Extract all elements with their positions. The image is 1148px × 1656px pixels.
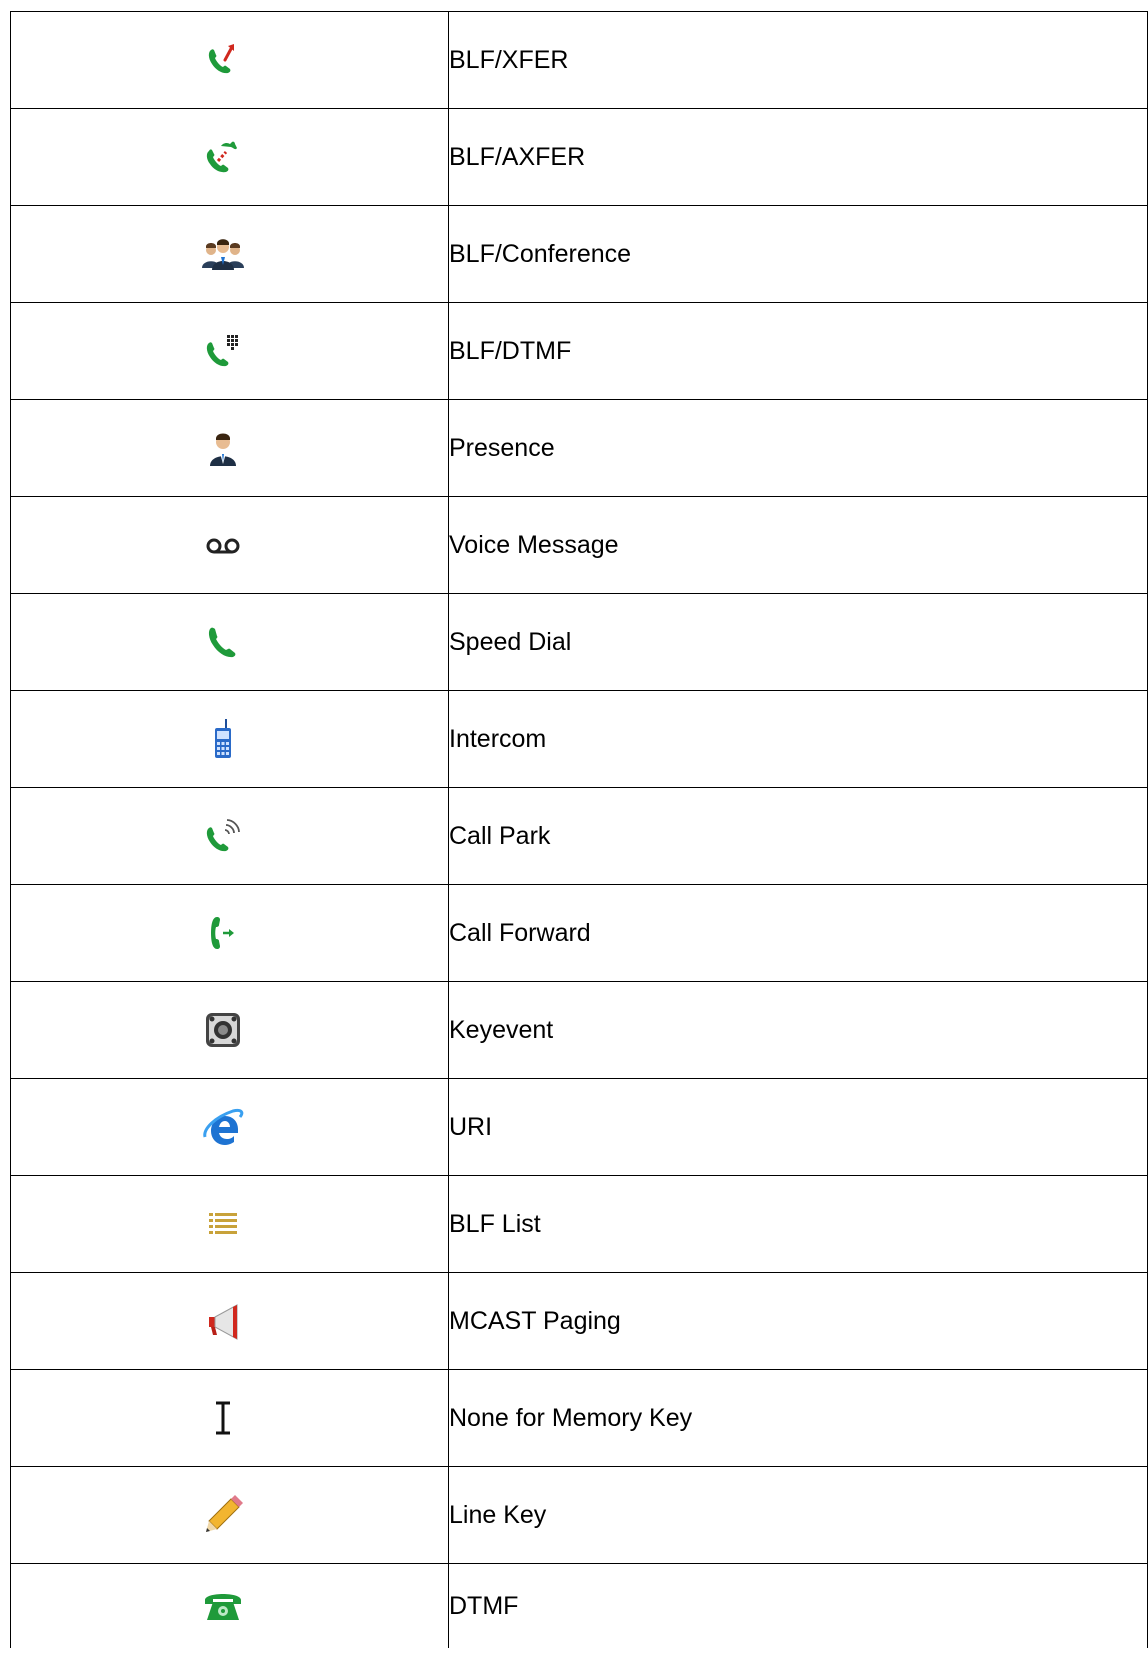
table-row: Call Forward bbox=[10, 884, 1148, 982]
phone-wave-icon bbox=[199, 812, 247, 860]
key-type-label: URI bbox=[448, 1078, 1148, 1176]
phone-handset-icon bbox=[199, 618, 247, 666]
key-type-label: Voice Message bbox=[448, 496, 1148, 594]
table-row: Voice Message bbox=[10, 496, 1148, 594]
icon-cell bbox=[10, 1175, 449, 1273]
table-row: Intercom bbox=[10, 690, 1148, 788]
key-type-label: BLF List bbox=[448, 1175, 1148, 1273]
pencil-icon bbox=[199, 1491, 247, 1539]
icon-cell bbox=[10, 1272, 449, 1370]
key-type-label: BLF/XFER bbox=[448, 11, 1148, 109]
key-type-label: Line Key bbox=[448, 1466, 1148, 1564]
phone-forward-icon bbox=[199, 909, 247, 957]
conference-people-icon bbox=[199, 230, 247, 278]
internet-explorer-icon bbox=[199, 1103, 247, 1151]
key-type-label: BLF/AXFER bbox=[448, 108, 1148, 206]
icon-cell bbox=[10, 1563, 449, 1648]
table-row: None for Memory Key bbox=[10, 1369, 1148, 1467]
blf-axfer-icon bbox=[199, 133, 247, 181]
icon-cell bbox=[10, 108, 449, 206]
table-row: BLF List bbox=[10, 1175, 1148, 1273]
key-type-label: DTMF bbox=[448, 1563, 1148, 1648]
table-row: BLF/AXFER bbox=[10, 108, 1148, 206]
key-type-label: None for Memory Key bbox=[448, 1369, 1148, 1467]
key-type-label: BLF/DTMF bbox=[448, 302, 1148, 400]
table-row: Call Park bbox=[10, 787, 1148, 885]
icon-cell bbox=[10, 787, 449, 885]
speaker-icon bbox=[199, 1006, 247, 1054]
table-row: BLF/XFER bbox=[10, 11, 1148, 109]
table-row: Keyevent bbox=[10, 981, 1148, 1079]
megaphone-icon bbox=[199, 1297, 247, 1345]
icon-cell bbox=[10, 496, 449, 594]
table-row: Line Key bbox=[10, 1466, 1148, 1564]
key-type-label: Call Park bbox=[448, 787, 1148, 885]
blf-xfer-icon bbox=[199, 36, 247, 84]
key-type-label: Keyevent bbox=[448, 981, 1148, 1079]
key-type-label: Presence bbox=[448, 399, 1148, 497]
key-type-label: BLF/Conference bbox=[448, 205, 1148, 303]
key-type-label: Intercom bbox=[448, 690, 1148, 788]
icon-cell bbox=[10, 1078, 449, 1176]
icon-cell bbox=[10, 1369, 449, 1467]
mobile-phone-icon bbox=[199, 715, 247, 763]
table-row: DTMF bbox=[10, 1563, 1148, 1648]
icon-cell bbox=[10, 981, 449, 1079]
list-icon bbox=[199, 1200, 247, 1248]
desk-phone-icon bbox=[199, 1582, 247, 1630]
key-type-label: Speed Dial bbox=[448, 593, 1148, 691]
icon-cell bbox=[10, 302, 449, 400]
table-row: Presence bbox=[10, 399, 1148, 497]
table-row: BLF/Conference bbox=[10, 205, 1148, 303]
phone-keypad-icon bbox=[199, 327, 247, 375]
voicemail-icon bbox=[199, 521, 247, 569]
table-row: BLF/DTMF bbox=[10, 302, 1148, 400]
key-type-table: BLF/XFER BLF/AXFER BLF/Conference BLF/DT… bbox=[10, 11, 1148, 1648]
icon-cell bbox=[10, 1466, 449, 1564]
table-row: MCAST Paging bbox=[10, 1272, 1148, 1370]
key-type-label: Call Forward bbox=[448, 884, 1148, 982]
person-icon bbox=[199, 424, 247, 472]
table-row: Speed Dial bbox=[10, 593, 1148, 691]
text-cursor-icon bbox=[199, 1394, 247, 1442]
icon-cell bbox=[10, 399, 449, 497]
table-row: URI bbox=[10, 1078, 1148, 1176]
icon-cell bbox=[10, 205, 449, 303]
icon-cell bbox=[10, 690, 449, 788]
icon-cell bbox=[10, 593, 449, 691]
key-type-label: MCAST Paging bbox=[448, 1272, 1148, 1370]
icon-cell bbox=[10, 884, 449, 982]
icon-cell bbox=[10, 11, 449, 109]
